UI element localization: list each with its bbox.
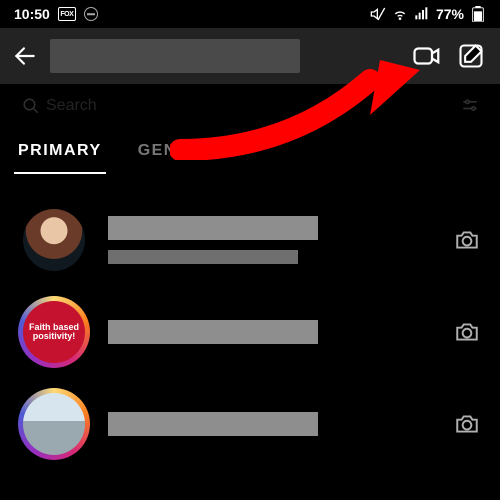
- compose-icon: [457, 42, 485, 70]
- video-call-button[interactable]: [410, 39, 444, 73]
- tabs: PRIMARY GENERAL: [0, 128, 500, 174]
- conversation-text: [108, 320, 434, 344]
- mute-icon: [370, 6, 386, 22]
- camera-icon: [454, 319, 480, 345]
- battery-percent: 77%: [436, 6, 464, 22]
- camera-button[interactable]: [452, 317, 482, 347]
- conversation-row[interactable]: [0, 194, 500, 286]
- video-call-icon: [412, 41, 442, 71]
- status-bar: 10:50 FOX 77%: [0, 0, 500, 28]
- name-redacted: [108, 216, 318, 240]
- signal-icon: [414, 6, 430, 22]
- conversation-text: [108, 412, 434, 436]
- avatar-image: [23, 209, 85, 271]
- avatar[interactable]: Faith based positivity!: [18, 296, 90, 368]
- conversation-row[interactable]: [0, 378, 500, 470]
- account-title-redacted[interactable]: [50, 39, 300, 73]
- avatar-badge-text: Faith based positivity!: [23, 323, 85, 342]
- avatar[interactable]: [18, 204, 90, 276]
- camera-icon: [454, 227, 480, 253]
- filter-icon[interactable]: [460, 96, 480, 116]
- camera-button[interactable]: [452, 409, 482, 439]
- do-not-disturb-icon: [84, 7, 98, 21]
- camera-icon: [454, 411, 480, 437]
- avatar[interactable]: [18, 388, 90, 460]
- status-left: 10:50 FOX: [14, 6, 98, 22]
- conversation-row[interactable]: Faith based positivity!: [0, 286, 500, 378]
- avatar-image: Faith based positivity!: [23, 301, 85, 363]
- name-redacted: [108, 320, 318, 344]
- tab-general[interactable]: GENERAL: [136, 130, 229, 172]
- notification-badge: FOX: [58, 7, 76, 21]
- search-row[interactable]: Search: [0, 84, 500, 128]
- status-right: 77%: [370, 6, 486, 22]
- tab-primary[interactable]: PRIMARY: [16, 130, 104, 172]
- conversation-text: [108, 216, 434, 264]
- back-button[interactable]: [12, 43, 38, 69]
- clock: 10:50: [14, 6, 50, 22]
- search-icon: [22, 97, 40, 115]
- avatar-image: [23, 393, 85, 455]
- conversation-list: Faith based positivity!: [0, 174, 500, 470]
- wifi-icon: [392, 6, 408, 22]
- camera-button[interactable]: [452, 225, 482, 255]
- compose-button[interactable]: [454, 39, 488, 73]
- name-redacted: [108, 412, 318, 436]
- battery-icon: [470, 6, 486, 22]
- preview-redacted: [108, 250, 298, 264]
- app-top-bar: [0, 28, 500, 84]
- search-placeholder: Search: [46, 97, 97, 115]
